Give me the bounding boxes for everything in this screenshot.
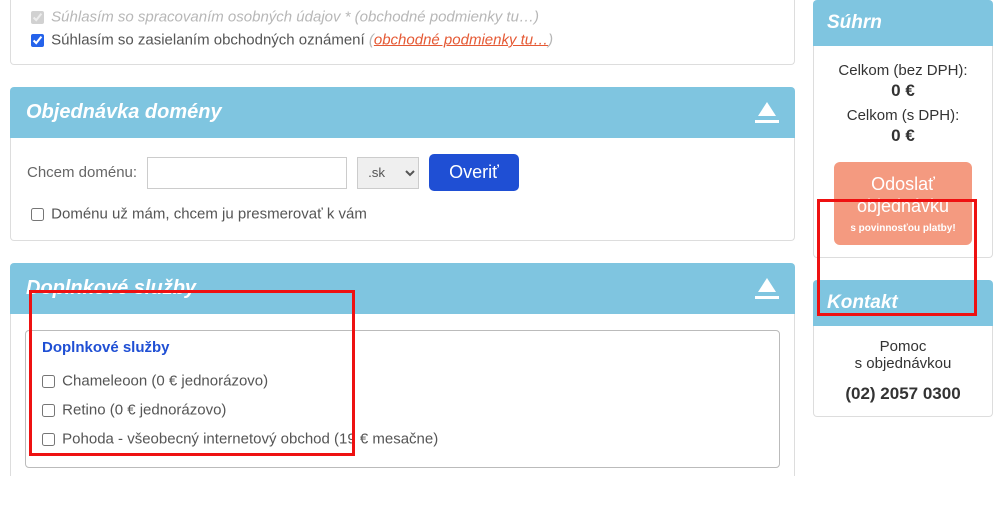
redirect-label: Doménu už mám, chcem ju presmerovať k vá…: [51, 205, 367, 222]
addons-body: Doplnkové služby Chameleoon (0 € jednorá…: [10, 314, 795, 476]
addons-panel: Doplnkové služby Doplnkové služby Chamel…: [10, 263, 795, 476]
domain-order-title: Objednávka domény: [26, 101, 222, 124]
verify-button[interactable]: Overiť: [429, 154, 519, 191]
redirect-row: Doménu už mám, chcem ju presmerovať k vá…: [27, 205, 778, 224]
redirect-checkbox[interactable]: [31, 208, 44, 221]
terms-paren-close: ): [548, 31, 553, 48]
summary-body: Celkom (bez DPH): 0 € Celkom (s DPH): 0 …: [813, 46, 993, 258]
domain-name-input[interactable]: [147, 157, 347, 189]
addon-pohoda-checkbox[interactable]: [42, 433, 55, 446]
summary-panel: Súhrn Celkom (bez DPH): 0 € Celkom (s DP…: [813, 0, 993, 258]
subtotal-value: 0 €: [824, 81, 982, 101]
domain-order-panel: Objednávka domény Chcem doménu: .sk Over…: [10, 87, 795, 241]
help-line1: Pomoc: [824, 338, 982, 355]
contact-title: Kontakt: [813, 280, 993, 326]
consent-marketing-row: Súhlasím so zasielaním obchodných oznáme…: [27, 31, 778, 50]
addon-label: Retino (0 € jednorázovo): [62, 401, 226, 418]
addon-label: Chameleoon (0 € jednorázovo): [62, 372, 268, 389]
domain-order-header: Objednávka domény: [10, 87, 795, 138]
consent-marketing-checkbox[interactable]: [31, 34, 44, 47]
summary-title: Súhrn: [813, 0, 993, 46]
contact-panel: Kontakt Pomoc s objednávkou (02) 2057 03…: [813, 280, 993, 417]
submit-order-button[interactable]: Odoslať objednávku s povinnosťou platby!: [834, 162, 972, 245]
addon-label: Pohoda - všeobecný internetový obchod (1…: [62, 430, 438, 447]
contact-body: Pomoc s objednávkou (02) 2057 0300: [813, 326, 993, 417]
consent-box: Súhlasím so spracovaním osobných údajov …: [10, 0, 795, 65]
contact-phone: (02) 2057 0300: [824, 384, 982, 404]
consent-personal-data-label: Súhlasím so spracovaním osobných údajov …: [51, 8, 539, 25]
want-domain-label: Chcem doménu:: [27, 164, 137, 181]
domain-order-body: Chcem doménu: .sk Overiť Doménu už mám, …: [10, 138, 795, 241]
addons-header: Doplnkové služby: [10, 263, 795, 314]
addon-retino-checkbox[interactable]: [42, 404, 55, 417]
addon-row: Retino (0 € jednorázovo): [38, 401, 767, 420]
consent-personal-data-checkbox: [31, 11, 44, 24]
collapse-icon[interactable]: [755, 278, 779, 299]
consent-marketing-label: Súhlasím so zasielaním obchodných oznáme…: [51, 31, 365, 48]
submit-line1: Odoslať: [871, 174, 935, 194]
domain-input-row: Chcem doménu: .sk Overiť: [27, 154, 778, 191]
addons-legend: Doplnkové služby: [38, 339, 174, 356]
addons-title: Doplnkové služby: [26, 277, 196, 300]
terms-link[interactable]: obchodné podmienky tu…: [374, 31, 548, 48]
tld-select[interactable]: .sk: [357, 157, 419, 189]
submit-line2: objednávku: [857, 196, 949, 216]
submit-note: s povinnosťou platby!: [844, 223, 962, 235]
addon-row: Chameleoon (0 € jednorázovo): [38, 372, 767, 391]
subtotal-label: Celkom (bez DPH):: [824, 62, 982, 79]
consent-personal-data-row: Súhlasím so spracovaním osobných údajov …: [27, 8, 778, 27]
total-label: Celkom (s DPH):: [824, 107, 982, 124]
total-value: 0 €: [824, 126, 982, 146]
help-line2: s objednávkou: [824, 355, 982, 372]
addon-chameleoon-checkbox[interactable]: [42, 375, 55, 388]
addons-fieldset: Doplnkové služby Chameleoon (0 € jednorá…: [25, 330, 780, 468]
collapse-icon[interactable]: [755, 102, 779, 123]
addon-row: Pohoda - všeobecný internetový obchod (1…: [38, 430, 767, 449]
